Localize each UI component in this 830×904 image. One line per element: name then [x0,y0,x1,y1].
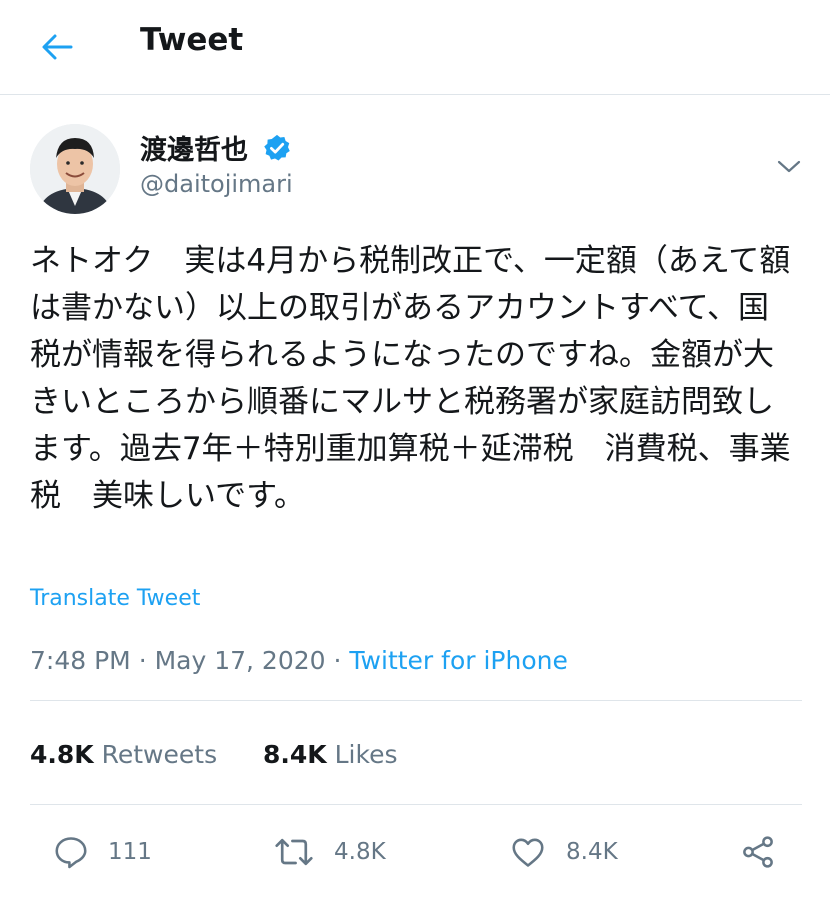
tweet-time: 7:48 PM [30,646,131,675]
author-handle[interactable]: @daitojimari [140,170,293,198]
tweet-timestamp: 7:48 PM · May 17, 2020 · Twitter for iPh… [30,646,568,675]
retweet-icon [275,838,313,866]
likes-stat[interactable]: 8.4K Likes [263,740,398,769]
avatar-image [30,124,120,214]
retweets-label: Retweets [101,740,218,769]
top-bar: Tweet [0,0,830,95]
likes-label: Likes [334,740,398,769]
reply-count: 111 [108,839,152,865]
back-button[interactable] [34,24,80,70]
engagement-stats: 4.8K Retweets 8.4K Likes [30,740,398,769]
tweet-date: May 17, 2020 [154,646,326,675]
like-icon [512,838,544,867]
avatar[interactable] [30,124,120,214]
divider [30,700,802,701]
retweet-count: 4.8K [334,839,386,865]
tweet-text: ネトオク 実は4月から税制改正で、一定額（あえて額は書かない）以上の取引があるア… [30,243,791,514]
translate-tweet-link[interactable]: Translate Tweet [30,586,200,611]
verified-badge-icon [264,134,290,161]
back-arrow-icon [42,34,73,60]
page-title: Tweet [140,22,244,58]
meta-separator: · [138,646,147,675]
tweet-source-link[interactable]: Twitter for iPhone [349,646,567,675]
divider [30,804,802,805]
author-name[interactable]: 渡邊哲也 [140,128,248,167]
like-count: 8.4K [566,839,618,865]
retweets-count: 4.8K [30,740,94,769]
meta-separator: · [333,646,342,675]
likes-count: 8.4K [263,740,327,769]
reply-button[interactable]: 111 [52,830,152,874]
tweet-detail-page: Tweet 渡邊哲也 @daitojimari ネトオク 実は4月から税制改正で… [0,0,830,904]
like-button[interactable]: 8.4K [508,830,618,874]
reply-icon [55,837,87,869]
retweet-button[interactable]: 4.8K [272,830,386,874]
tweet-menu-button[interactable] [772,150,806,184]
share-button[interactable] [738,830,778,874]
share-icon [743,836,773,868]
retweets-stat[interactable]: 4.8K Retweets [30,740,225,769]
chevron-down-icon [777,160,801,173]
